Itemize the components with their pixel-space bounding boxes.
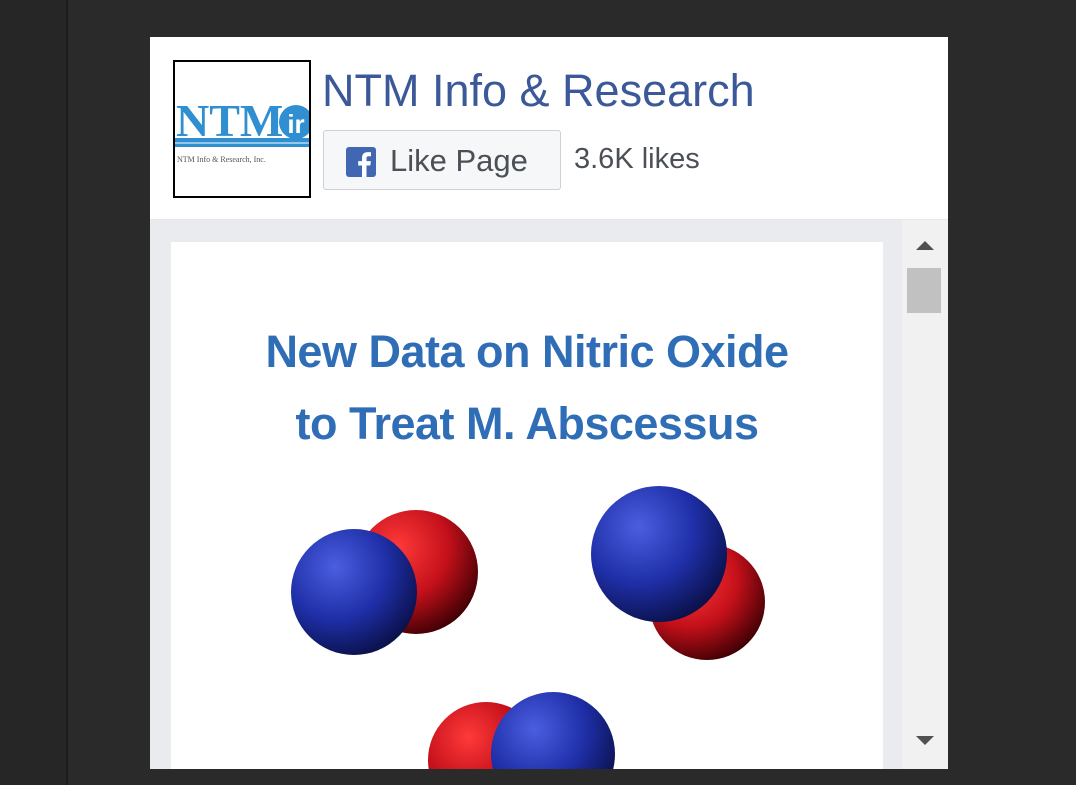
ntm-logo-image: NTM ir NTM Info & Research, Inc.	[175, 62, 309, 196]
like-page-label: Like Page	[390, 143, 528, 178]
triangle-up-icon	[916, 241, 934, 250]
post-headline: New Data on Nitric Oxide to Treat M. Abs…	[171, 316, 883, 460]
page-name-link[interactable]: NTM Info & Research	[322, 65, 755, 117]
page-logo[interactable]: NTM ir NTM Info & Research, Inc.	[173, 60, 311, 198]
vertical-scrollbar[interactable]	[902, 220, 948, 769]
facebook-f-icon	[346, 147, 376, 177]
scroll-up-button[interactable]	[902, 234, 948, 256]
timeline-feed[interactable]: New Data on Nitric Oxide to Treat M. Abs…	[150, 220, 948, 769]
scroll-down-button[interactable]	[902, 730, 948, 752]
facebook-page-plugin: NTM ir NTM Info & Research, Inc. NTM Inf…	[150, 37, 948, 769]
scroll-thumb[interactable]	[907, 268, 941, 313]
likes-count: 3.6K likes	[574, 143, 700, 175]
post-headline-line-2: to Treat M. Abscessus	[295, 398, 760, 449]
post-headline-line-1: New Data on Nitric Oxide	[265, 326, 789, 377]
page-header: NTM ir NTM Info & Research, Inc. NTM Inf…	[150, 37, 948, 220]
like-page-button[interactable]: Like Page	[323, 130, 561, 190]
logo-tagline: NTM Info & Research, Inc.	[177, 155, 266, 164]
post-card[interactable]: New Data on Nitric Oxide to Treat M. Abs…	[171, 242, 883, 769]
triangle-down-icon	[916, 736, 934, 745]
logo-badge: ir	[287, 109, 304, 139]
editor-gutter	[0, 0, 68, 785]
